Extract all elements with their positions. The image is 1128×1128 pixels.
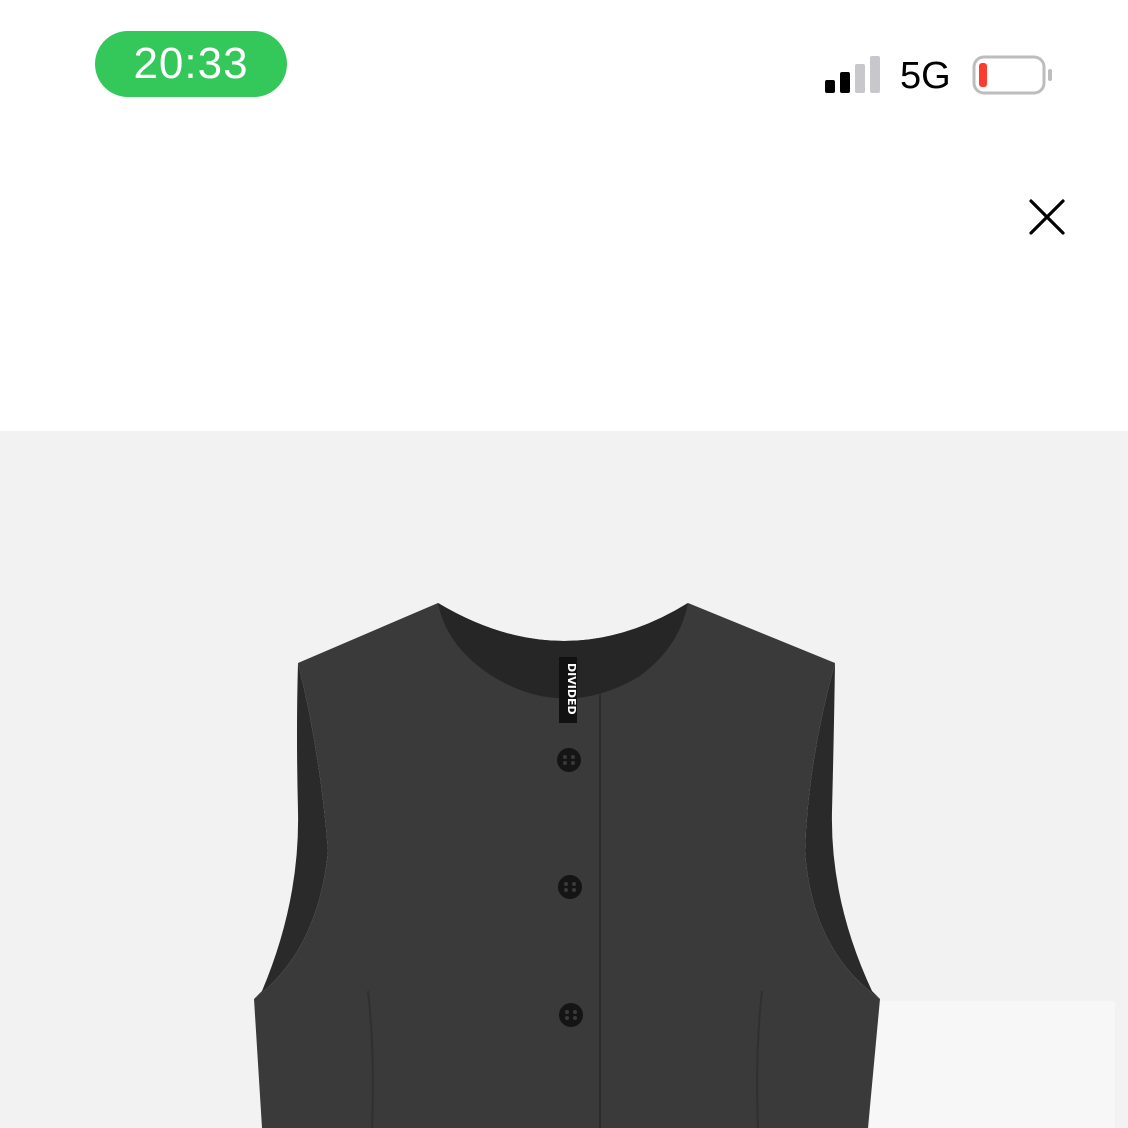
vest-button [559, 1003, 583, 1027]
network-type-label: 5G [900, 55, 951, 97]
status-time: 20:33 [95, 31, 287, 97]
battery-icon [972, 55, 1052, 95]
brand-tag-text: DIVIDED [565, 663, 578, 715]
vest-button [558, 875, 582, 899]
signal-strength-icon [825, 56, 880, 93]
close-icon [1029, 199, 1065, 235]
vest-image: DIVIDED [254, 603, 1115, 1128]
vest-button [557, 748, 581, 772]
product-image-area[interactable]: DIVIDED [0, 431, 1128, 1128]
close-button[interactable] [1022, 192, 1072, 242]
status-bar: 20:33 5G [0, 0, 1128, 130]
battery-level-fill [979, 63, 987, 87]
